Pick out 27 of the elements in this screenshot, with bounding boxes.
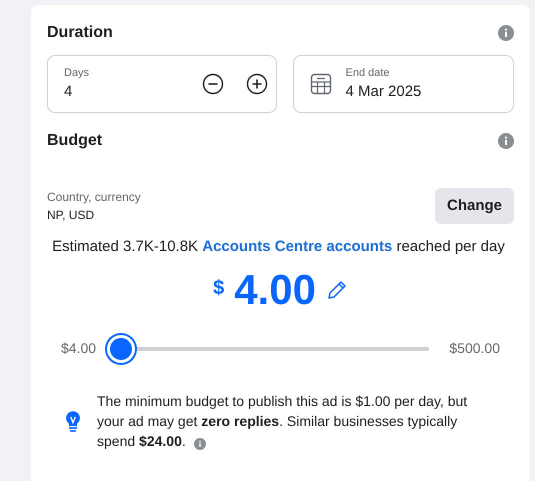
end-date-field[interactable]: End date 4 Mar 2025 — [292, 55, 514, 113]
currency-symbol: $ — [213, 276, 224, 300]
info-icon[interactable] — [498, 133, 514, 149]
field-value: NP, USD — [47, 207, 96, 224]
field-value: 4 Mar 2025 — [346, 82, 422, 102]
calendar-icon — [310, 73, 332, 95]
days-field[interactable]: Days 4 — [47, 55, 276, 113]
field-label: Days — [64, 66, 90, 80]
info-icon[interactable] — [498, 25, 514, 41]
reach-estimate: Estimated 3.7K-10.8K Accounts Centre accounts reached per day — [51, 237, 506, 257]
field-value: 4 — [64, 82, 74, 102]
slider-thumb[interactable] — [107, 334, 135, 362]
slider-min: $4.00 — [61, 339, 98, 358]
section-title: Duration — [47, 23, 113, 43]
budget-amount[interactable]: 4.00 — [234, 268, 316, 310]
pencil-icon[interactable] — [326, 278, 348, 300]
slider-max: $500.00 — [449, 339, 500, 358]
budget-tip: The minimum budget to publish this ad is $1.00 per day, but your ad may get zero replies. Similar businesses typically spend $24.00. — [97, 392, 468, 452]
change-button[interactable]: Change — [434, 188, 514, 224]
field-label: End date — [346, 66, 391, 80]
plus-icon[interactable] — [246, 73, 268, 95]
field-label: Country, currency — [47, 189, 141, 206]
minus-icon[interactable] — [202, 73, 224, 95]
lightbulb-icon — [65, 410, 81, 433]
section-title: Budget — [47, 131, 102, 151]
accounts-link[interactable]: Accounts Centre accounts — [202, 238, 392, 255]
info-icon[interactable] — [194, 438, 206, 450]
